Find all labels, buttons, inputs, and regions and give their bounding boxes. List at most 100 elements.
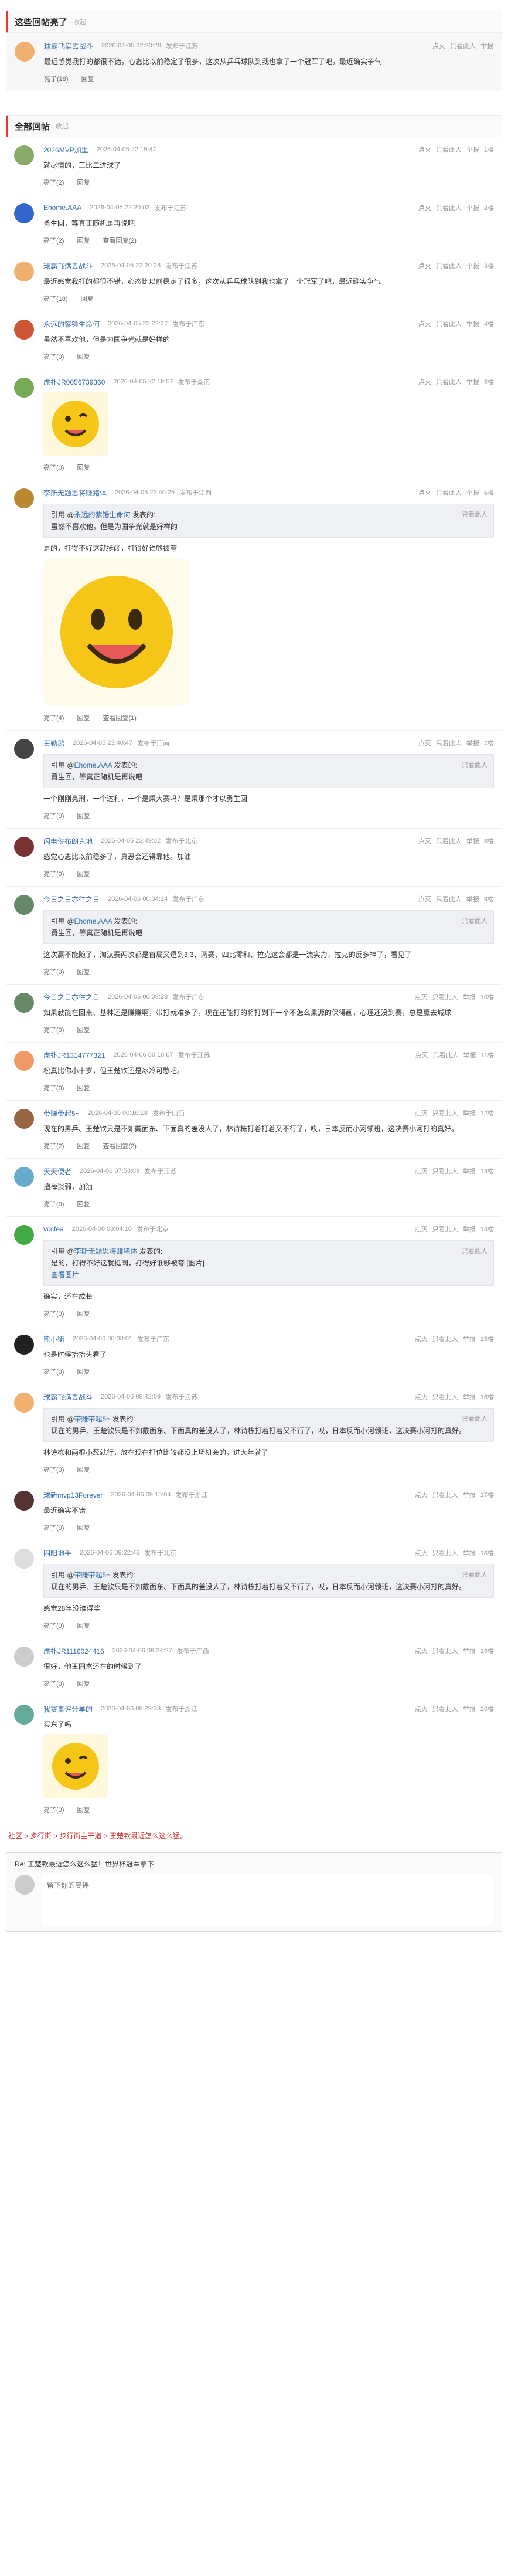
reply-button[interactable]: 回复 [77,1025,90,1034]
user-name[interactable]: 球霸飞满去战斗 [43,1392,93,1402]
only-this-user-button[interactable]: 只看此人 [436,319,462,328]
like-button[interactable]: 亮了(0) [43,1025,64,1034]
report-button[interactable]: 举报 [463,1490,476,1499]
quote-user[interactable]: 李斯无题思将赚猪体 [74,1247,138,1255]
like-button[interactable]: 亮了(0) [43,463,64,472]
only-this-user-button[interactable]: 只看此人 [436,894,462,904]
reply-button[interactable]: 回复 [77,1679,90,1688]
report-button[interactable]: 举报 [466,738,479,748]
report-button[interactable]: 举报 [463,1704,476,1713]
avatar[interactable] [14,1109,34,1129]
reply-button[interactable]: 回复 [77,1621,90,1630]
like-button[interactable]: 亮了(18) [44,74,69,83]
report-button[interactable]: 举报 [466,319,479,328]
reply-button[interactable]: 回复 [81,294,94,303]
report-button[interactable]: 举报 [463,1224,476,1234]
user-name[interactable]: vccfea [43,1225,64,1233]
breadcrumb-street[interactable]: 步行街 [30,1832,52,1840]
light-off-button[interactable]: 点灭 [415,1646,428,1655]
user-name[interactable]: 永远的紫锤生命何 [43,319,100,329]
reply-button[interactable]: 回复 [77,811,90,820]
user-name[interactable]: 熊小衡 [43,1334,64,1344]
reply-button[interactable]: 回复 [77,1141,90,1150]
only-this-user-button[interactable]: 只看此人 [432,1704,458,1713]
like-button[interactable]: 亮了(0) [43,869,64,878]
reply-button[interactable]: 回复 [77,869,90,878]
light-off-button[interactable]: 点灭 [415,1050,428,1060]
reply-button[interactable]: 回复 [77,1199,90,1209]
quote-only-user[interactable]: 只看此人 [462,915,487,927]
like-button[interactable]: 亮了(2) [43,1141,64,1150]
reply-button[interactable]: 回复 [77,1083,90,1092]
light-off-button[interactable]: 点灭 [418,894,431,904]
like-button[interactable]: 亮了(0) [43,1465,64,1474]
user-name[interactable]: 球霸飞满去战斗 [44,41,93,51]
hot-section-collapse[interactable]: 收起 [73,17,86,26]
avatar[interactable] [14,488,34,508]
light-off-button[interactable]: 点灭 [415,992,428,1002]
reply-button[interactable]: 回复 [81,74,94,83]
like-button[interactable]: 亮了(0) [43,1805,64,1814]
user-name[interactable]: 球新mvp13Forever [43,1490,103,1500]
reply-button[interactable]: 回复 [77,967,90,976]
like-button[interactable]: 亮了(0) [43,1367,64,1376]
reply-button[interactable]: 回复 [77,1465,90,1474]
like-button[interactable]: 亮了(0) [43,1679,64,1688]
light-off-button[interactable]: 点灭 [415,1392,428,1401]
user-name[interactable]: 虎扑JR1116024416 [43,1646,104,1656]
report-button[interactable]: 举报 [480,41,493,50]
like-button[interactable]: 亮了(0) [43,1083,64,1092]
user-name[interactable]: 固阳地手 [43,1548,71,1558]
reply-button[interactable]: 回复 [77,1805,90,1814]
avatar[interactable] [14,378,34,398]
only-this-user-button[interactable]: 只看此人 [436,836,462,846]
report-button[interactable]: 举报 [463,1392,476,1401]
quote-user[interactable]: Ehome.AAA [74,917,112,925]
report-button[interactable]: 举报 [463,1108,476,1118]
reply-button[interactable]: 回复 [77,713,90,722]
only-this-user-button[interactable]: 只看此人 [450,41,476,50]
user-name[interactable]: 今日之日亦往之日 [43,992,100,1002]
light-off-button[interactable]: 点灭 [415,1224,428,1234]
report-button[interactable]: 举报 [466,145,479,154]
avatar[interactable] [14,1335,34,1355]
light-off-button[interactable]: 点灭 [418,738,431,748]
only-this-user-button[interactable]: 只看此人 [432,992,458,1002]
all-section-collapse[interactable]: 收起 [56,121,69,131]
quote-image-link[interactable]: 查看图片 [51,1269,486,1281]
only-this-user-button[interactable]: 只看此人 [436,261,462,270]
avatar[interactable] [14,320,34,340]
user-name[interactable]: 虎扑JR1314777321 [43,1050,105,1060]
report-button[interactable]: 举报 [466,377,479,386]
quote-only-user[interactable]: 只看此人 [462,1413,487,1425]
quote-only-user[interactable]: 只看此人 [462,1569,487,1581]
only-this-user-button[interactable]: 只看此人 [432,1490,458,1499]
light-off-button[interactable]: 点灭 [415,1548,428,1557]
report-button[interactable]: 举报 [466,836,479,846]
light-off-button[interactable]: 点灭 [415,1334,428,1343]
breadcrumb-main[interactable]: 步行街主干道 [59,1832,101,1840]
avatar[interactable] [14,1051,34,1071]
light-off-button[interactable]: 点灭 [415,1704,428,1713]
light-off-button[interactable]: 点灭 [432,41,445,50]
like-button[interactable]: 亮了(4) [43,713,64,722]
avatar[interactable] [14,1647,34,1667]
reply-button[interactable]: 回复 [77,1523,90,1532]
like-button[interactable]: 亮了(2) [43,178,64,187]
report-button[interactable]: 举报 [466,203,479,212]
user-name[interactable]: 李斯无题思将赚猪体 [43,488,107,498]
light-off-button[interactable]: 点灭 [418,488,431,497]
view-replies-button[interactable]: 查看回复(1) [103,713,136,722]
like-button[interactable]: 亮了(18) [43,294,68,303]
avatar[interactable] [14,895,34,915]
avatar[interactable] [14,1491,34,1511]
like-button[interactable]: 亮了(0) [43,811,64,820]
avatar[interactable] [14,1393,34,1413]
only-this-user-button[interactable]: 只看此人 [432,1108,458,1118]
light-off-button[interactable]: 点灭 [418,261,431,270]
only-this-user-button[interactable]: 只看此人 [432,1646,458,1655]
light-off-button[interactable]: 点灭 [418,836,431,846]
user-name[interactable]: 今日之日亦往之日 [43,894,100,904]
light-off-button[interactable]: 点灭 [418,319,431,328]
reply-button[interactable]: 回复 [77,1367,90,1376]
